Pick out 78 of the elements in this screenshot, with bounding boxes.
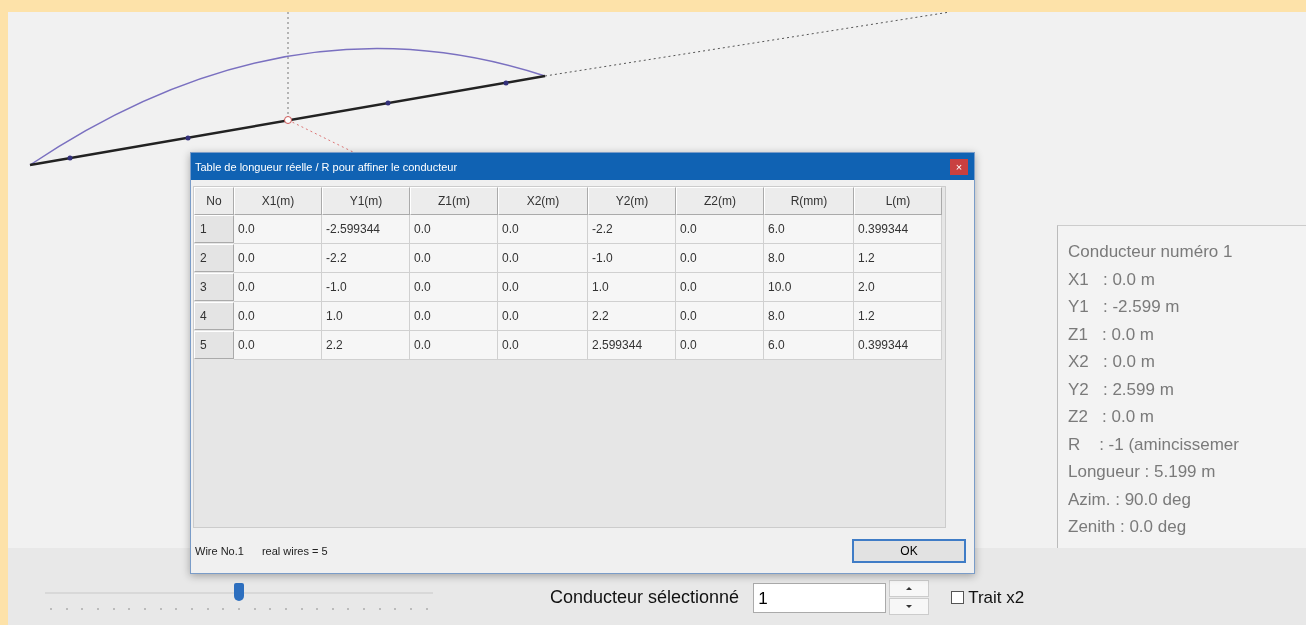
info-line: R : -1 (amincissemer bbox=[1068, 433, 1240, 456]
table-cell: 10.0 bbox=[764, 273, 854, 302]
table-cell: 0.0 bbox=[234, 302, 322, 331]
row-header[interactable]: 4 bbox=[194, 302, 234, 330]
table-cell: -2.599344 bbox=[322, 215, 410, 244]
table-cell: 8.0 bbox=[764, 302, 854, 331]
info-line: X1 : 0.0 m bbox=[1068, 268, 1156, 291]
table-cell: 0.0 bbox=[676, 244, 764, 273]
table-cell: 0.0 bbox=[234, 331, 322, 360]
slider-thumb[interactable] bbox=[234, 582, 244, 601]
wire-status: Wire No.1 bbox=[195, 544, 244, 557]
table-cell: 0.0 bbox=[676, 302, 764, 331]
table-cell: 1.0 bbox=[322, 302, 410, 331]
column-header[interactable]: X1(m) bbox=[234, 187, 322, 215]
row-header[interactable]: 5 bbox=[194, 331, 234, 359]
column-header[interactable]: No bbox=[194, 187, 234, 215]
table-cell: 1.2 bbox=[854, 244, 942, 273]
column-header[interactable]: R(mm) bbox=[764, 187, 854, 215]
table-cell: 0.0 bbox=[410, 331, 498, 360]
table-cell: 0.0 bbox=[410, 244, 498, 273]
table-cell: 0.399344 bbox=[854, 215, 942, 244]
info-line: Azim. : 90.0 deg bbox=[1068, 488, 1192, 511]
up-icon[interactable] bbox=[889, 580, 930, 597]
close-button[interactable]: × bbox=[950, 158, 968, 175]
info-line: X2 : 0.0 m bbox=[1068, 351, 1156, 373]
table-cell: 1.0 bbox=[588, 273, 676, 302]
row-header[interactable]: 1 bbox=[194, 215, 234, 243]
table-cell: 0.0 bbox=[234, 244, 322, 273]
column-header[interactable]: X2(m) bbox=[498, 187, 588, 215]
info-line: Conducteur numéro 1 bbox=[1068, 241, 1234, 263]
info-line: Longueur : 5.199 m bbox=[1068, 461, 1217, 483]
table-cell: -2.2 bbox=[588, 215, 676, 244]
table-cell: 0.0 bbox=[410, 302, 498, 331]
number-field[interactable]: 1 bbox=[753, 582, 887, 613]
table-cell: -1.0 bbox=[322, 273, 410, 302]
column-header[interactable]: Y2(m) bbox=[588, 187, 676, 215]
table-cell: 0.0 bbox=[676, 215, 764, 244]
dialog-title: Table de longueur réelle / R pour affiner le conducteur bbox=[195, 160, 458, 173]
info-line: Zenith : 0.0 deg bbox=[1068, 516, 1188, 538]
wire-count: real wires = 5 bbox=[261, 544, 328, 557]
column-header[interactable]: Z1(m) bbox=[410, 187, 498, 215]
column-header[interactable]: L(m) bbox=[854, 187, 942, 215]
row-header[interactable]: 2 bbox=[194, 244, 234, 272]
info-line: Y1 : -2.599 m bbox=[1068, 296, 1181, 318]
table-cell: 0.0 bbox=[410, 273, 498, 302]
ok-button[interactable]: OK bbox=[852, 538, 966, 563]
info-line: Z1 : 0.0 m bbox=[1068, 323, 1155, 346]
table-cell: -2.2 bbox=[322, 244, 410, 273]
table-cell: 1.2 bbox=[854, 302, 942, 331]
table-cell: 0.0 bbox=[498, 331, 588, 360]
table-cell: 6.0 bbox=[764, 331, 854, 360]
column-header[interactable]: Y1(m) bbox=[322, 187, 410, 215]
table-cell: 2.599344 bbox=[588, 331, 676, 360]
table-cell: 0.0 bbox=[410, 215, 498, 244]
table-cell: 0.0 bbox=[676, 273, 764, 302]
info-line: Y2 : 2.599 m bbox=[1068, 378, 1175, 401]
selector-label: Conducteur sélectionné bbox=[550, 587, 740, 608]
checkbox-label: Trait x2 bbox=[968, 587, 1025, 608]
table-cell: 0.0 bbox=[498, 302, 588, 331]
table-cell: 2.2 bbox=[322, 331, 410, 360]
table-cell: 0.0 bbox=[234, 215, 322, 244]
table-cell: -1.0 bbox=[588, 244, 676, 273]
zoom-slider[interactable] bbox=[45, 582, 433, 613]
table-cell: 0.0 bbox=[498, 273, 588, 302]
table-cell: 0.0 bbox=[676, 331, 764, 360]
down-icon[interactable] bbox=[889, 598, 930, 615]
column-header[interactable]: Z2(m) bbox=[676, 187, 764, 215]
table-cell: 0.0 bbox=[498, 215, 588, 244]
checkbox[interactable] bbox=[951, 591, 965, 604]
table-cell: 0.0 bbox=[498, 244, 588, 273]
table-cell: 0.0 bbox=[234, 273, 322, 302]
table-cell: 8.0 bbox=[764, 244, 854, 273]
table-cell: 2.0 bbox=[854, 273, 942, 302]
table-cell: 2.2 bbox=[588, 302, 676, 331]
info-line: Z2 : 0.0 m bbox=[1068, 406, 1155, 428]
table-cell: 6.0 bbox=[764, 215, 854, 244]
table-cell: 0.399344 bbox=[854, 331, 942, 360]
row-header[interactable]: 3 bbox=[194, 273, 234, 301]
